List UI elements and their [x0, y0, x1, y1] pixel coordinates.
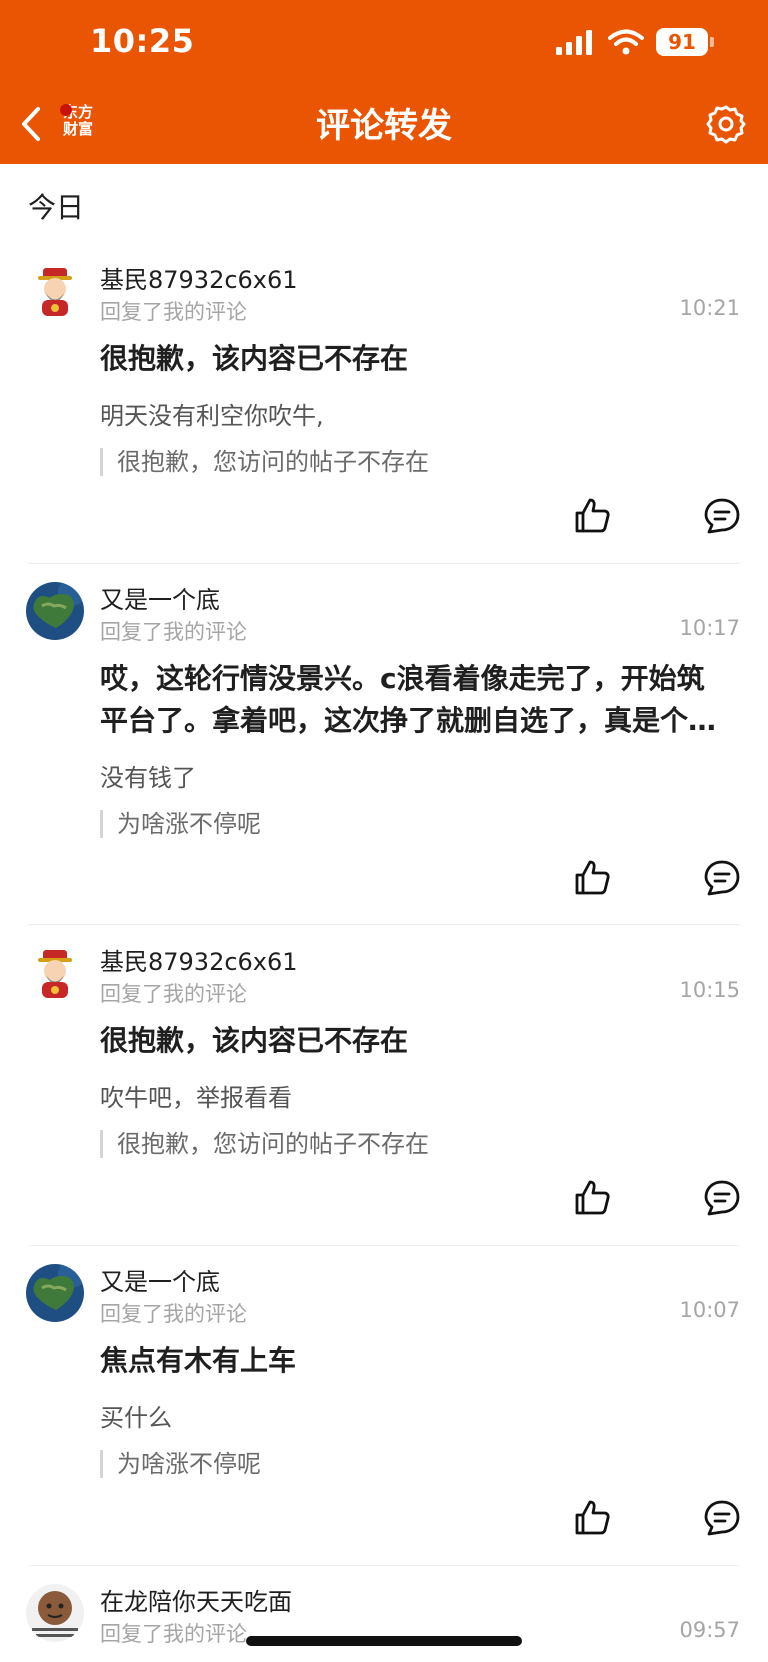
thumbs-up-icon — [575, 498, 610, 533]
divider — [28, 1245, 740, 1246]
action-text: 回复了我的评论 — [100, 300, 247, 324]
reply-text[interactable]: 没有钱了 — [100, 758, 196, 793]
comment-content[interactable]: 焦点有木有上车 — [100, 1340, 728, 1382]
timestamp: 10:17 — [679, 616, 740, 640]
divider — [28, 1565, 740, 1566]
wifi-icon — [608, 29, 644, 55]
comment-bubble-icon — [704, 860, 740, 896]
gear-icon — [706, 105, 746, 144]
action-text: 回复了我的评论 — [100, 1302, 247, 1326]
comment-bubble-icon — [704, 1180, 740, 1216]
timestamp: 10:21 — [679, 296, 740, 320]
like-button[interactable] — [572, 1498, 612, 1538]
island-avatar-icon — [26, 582, 84, 640]
username[interactable]: 在龙陪你天天吃面 — [100, 1582, 292, 1617]
avatar[interactable] — [26, 1584, 84, 1642]
thumbs-up-icon — [575, 1180, 610, 1215]
quoted-post[interactable]: 很抱歉，您访问的帖子不存在 — [100, 1130, 429, 1158]
app-header: 10:25 91 东方 财富 评论转发 — [0, 0, 768, 164]
reply-text[interactable]: 明天没有利空你吹牛, — [100, 396, 324, 431]
comment-button[interactable] — [702, 858, 742, 898]
action-text: 回复了我的评论 — [100, 982, 247, 1006]
comment-content-line-2: 平台了。拿着吧，这次挣了就删自选了，真是个… — [100, 704, 717, 737]
settings-button[interactable] — [706, 104, 746, 144]
comment-button[interactable] — [702, 1498, 742, 1538]
thumbs-up-icon — [575, 1500, 610, 1535]
comment-content[interactable]: 很抱歉，该内容已不存在 — [100, 1020, 728, 1062]
quoted-post[interactable]: 很抱歉，您访问的帖子不存在 — [100, 448, 429, 476]
username[interactable]: 基民87932c6x61 — [100, 260, 298, 295]
avatar[interactable] — [26, 1264, 84, 1322]
meme-avatar-icon — [26, 1584, 84, 1642]
status-time: 10:25 — [90, 22, 195, 60]
comment-button[interactable] — [702, 496, 742, 536]
reply-text[interactable]: 买什么 — [100, 1398, 172, 1433]
comment-button[interactable] — [702, 1178, 742, 1218]
avatar[interactable] — [26, 582, 84, 640]
cellular-signal-icon — [556, 30, 592, 55]
avatar[interactable] — [26, 944, 84, 1002]
comment-content-line-1: 哎，这轮行情没景兴。c浪看着像走完了，开始筑 — [100, 662, 705, 695]
reply-text[interactable]: 吹牛吧，举报看看 — [100, 1078, 292, 1113]
like-button[interactable] — [572, 1178, 612, 1218]
island-avatar-icon — [26, 1264, 84, 1322]
avatar[interactable] — [26, 262, 84, 320]
like-button[interactable] — [572, 496, 612, 536]
caishen-avatar-icon — [26, 944, 84, 1002]
comment-content[interactable]: 很抱歉，该内容已不存在 — [100, 338, 728, 380]
timestamp: 10:07 — [679, 1298, 740, 1322]
timestamp: 09:57 — [679, 1618, 740, 1642]
username[interactable]: 基民87932c6x61 — [100, 942, 298, 977]
quoted-post[interactable]: 为啥涨不停呢 — [100, 1450, 261, 1478]
divider — [28, 924, 740, 925]
like-button[interactable] — [572, 858, 612, 898]
username[interactable]: 又是一个底 — [100, 580, 220, 615]
caishen-avatar-icon — [26, 262, 84, 320]
quoted-post[interactable]: 为啥涨不停呢 — [100, 810, 261, 838]
action-text: 回复了我的评论 — [100, 1622, 247, 1646]
username[interactable]: 又是一个底 — [100, 1262, 220, 1297]
thumbs-up-icon — [575, 860, 610, 895]
action-text: 回复了我的评论 — [100, 620, 247, 644]
page-title: 评论转发 — [316, 106, 452, 146]
battery-indicator: 91 — [656, 28, 714, 56]
status-icons: 91 — [556, 28, 714, 56]
comment-bubble-icon — [704, 1500, 740, 1536]
section-title-today: 今日 — [28, 191, 85, 224]
comment-bubble-icon — [704, 498, 740, 534]
comment-content[interactable]: 哎，这轮行情没景兴。c浪看着像走完了，开始筑 平台了。拿着吧，这次挣了就删自选了… — [100, 658, 728, 742]
divider — [28, 563, 740, 564]
timestamp: 10:15 — [679, 978, 740, 1002]
home-indicator[interactable] — [246, 1636, 522, 1646]
